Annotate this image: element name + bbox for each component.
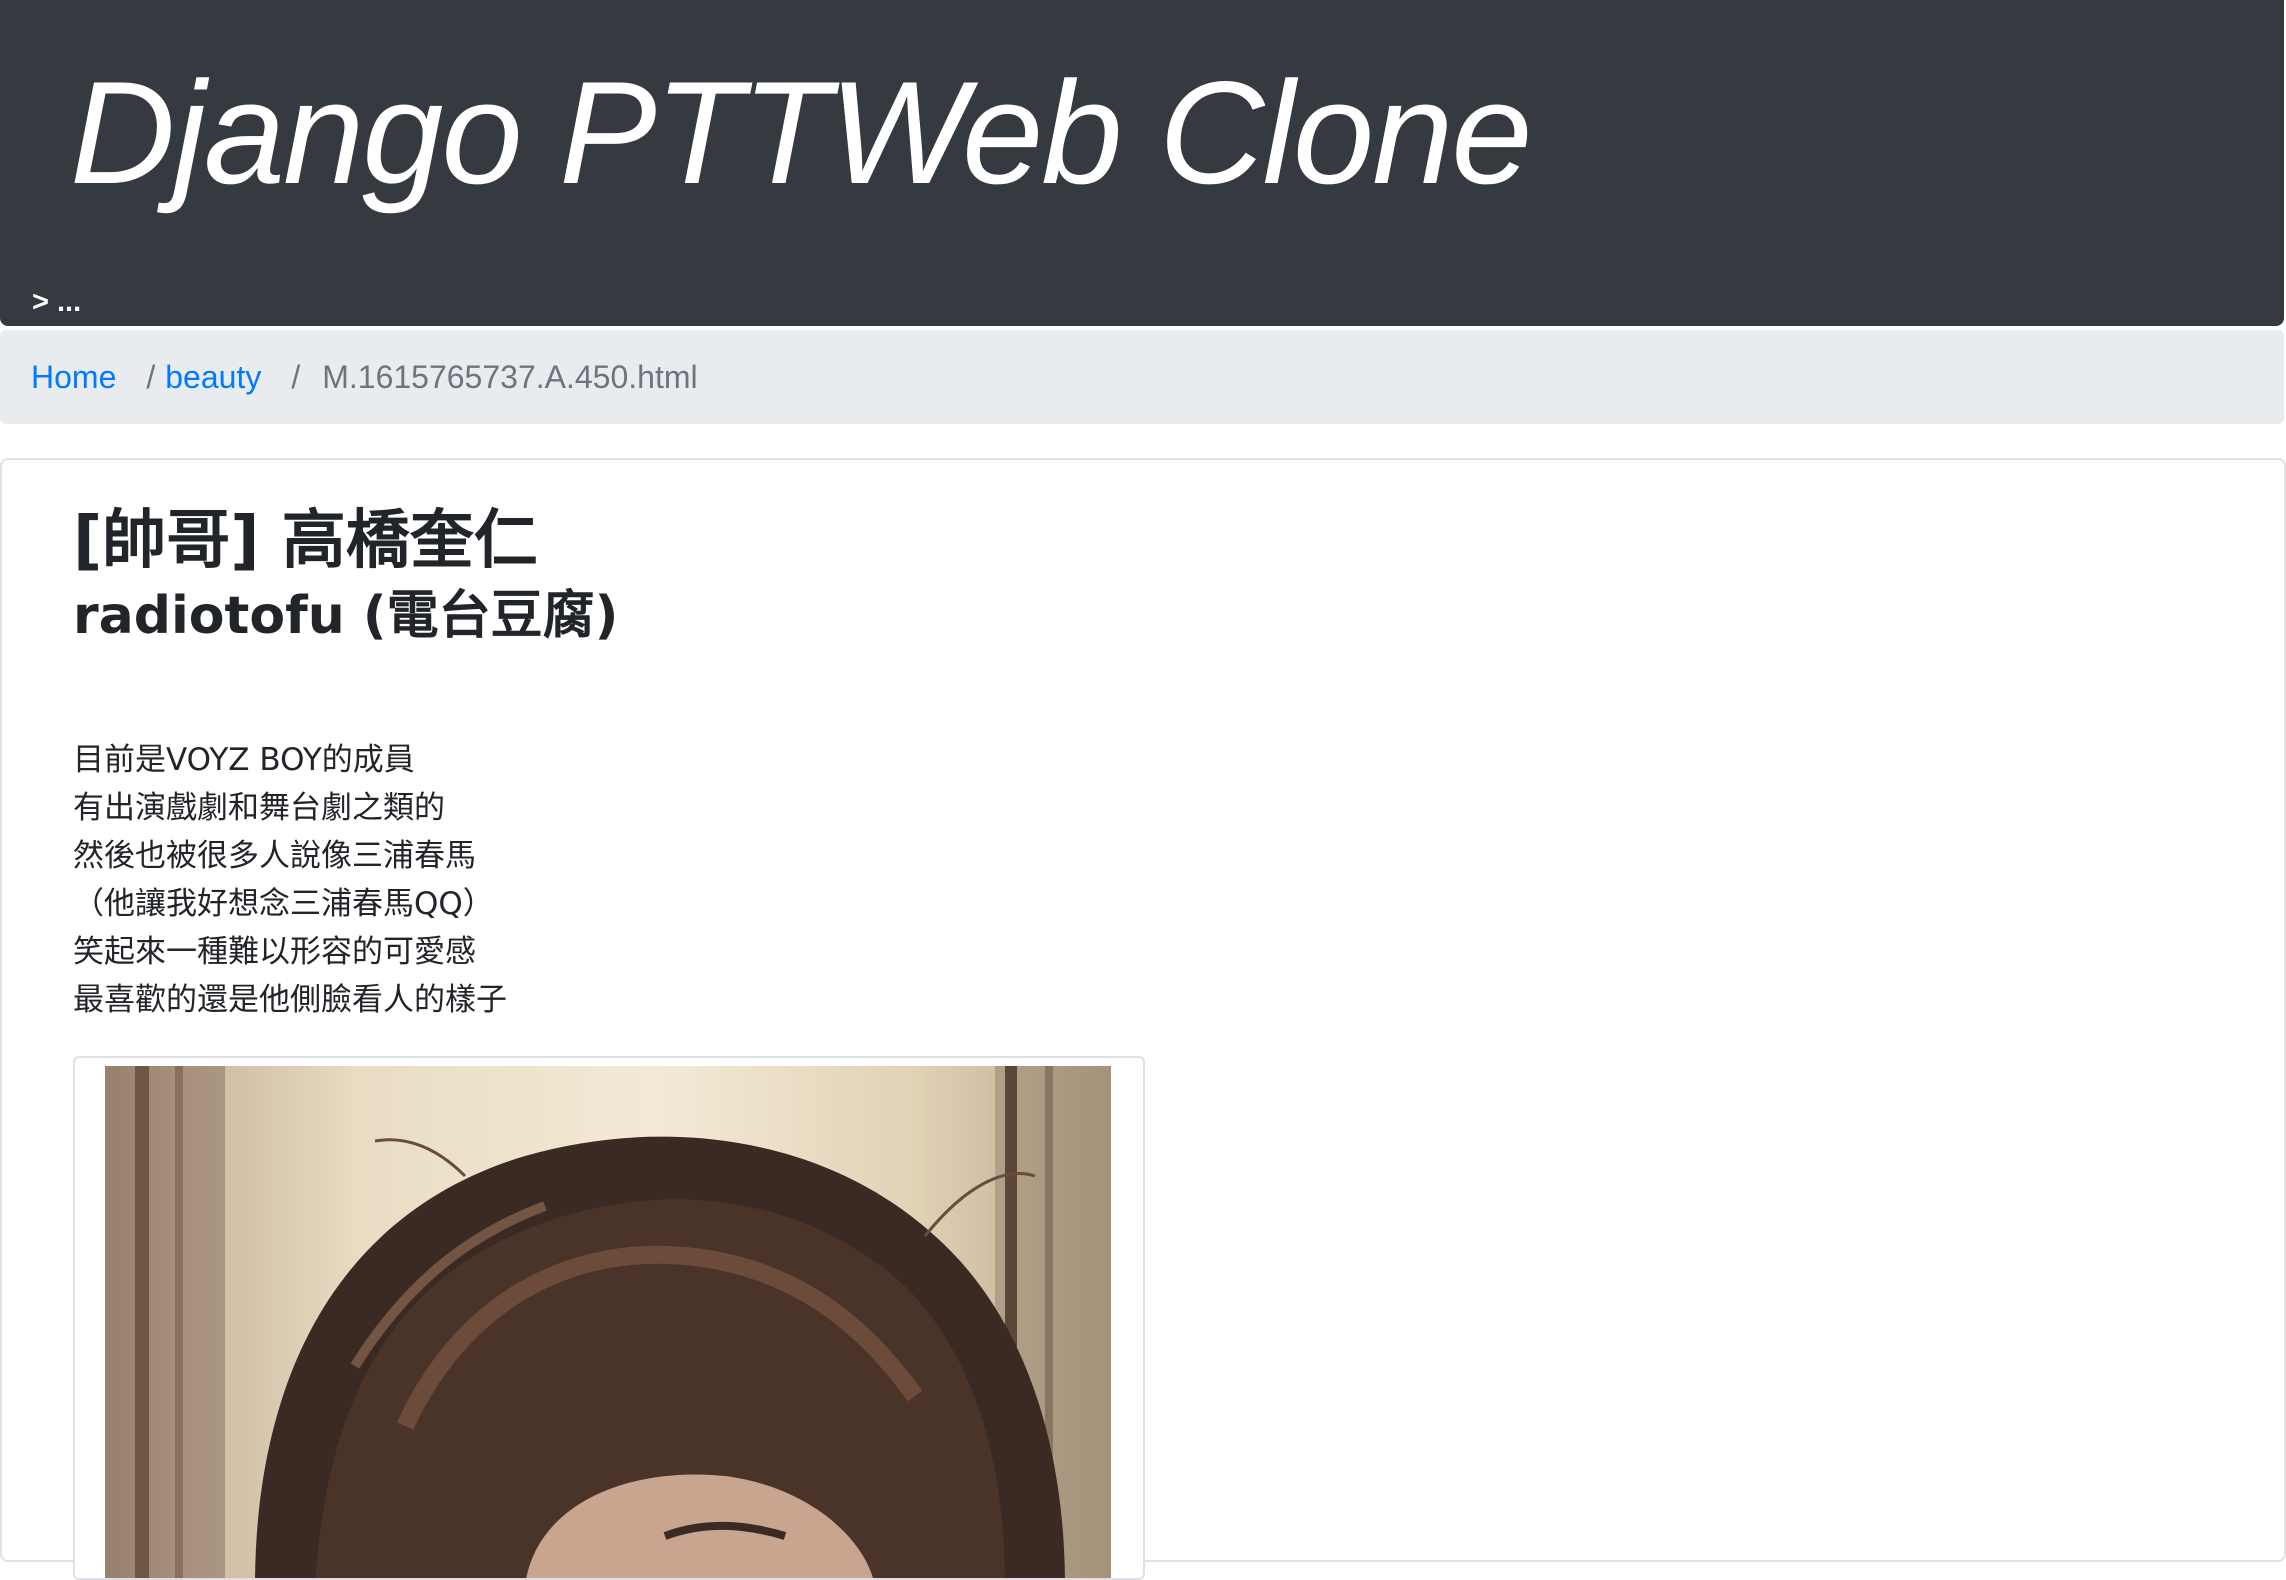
post-content: 目前是VOYZ BOY的成員 有出演戲劇和舞台劇之類的 然後也被很多人說像三浦春… [73, 736, 507, 1024]
site-header: Django PTTWeb Clone > ... [0, 0, 2284, 326]
breadcrumb-separator: / [291, 358, 301, 395]
site-title[interactable]: Django PTTWeb Clone [70, 48, 1533, 218]
breadcrumb-current-page: M.1615765737.A.450.html [322, 358, 698, 395]
post-image-card [73, 1056, 1145, 1580]
breadcrumb-board-link[interactable]: beauty [165, 359, 261, 396]
portrait-photo-illustration [105, 1066, 1111, 1578]
post-line: 笑起來一種難以形容的可愛感 [73, 934, 476, 970]
post-photo [105, 1066, 1111, 1578]
post-line: 目前是VOYZ BOY的成員 [73, 742, 415, 778]
post-line: （他讓我好想念三浦春馬QQ） [73, 886, 494, 922]
post-author: radiotofu (電台豆腐) [73, 586, 619, 646]
post-line: 最喜歡的還是他側臉看人的樣子 [73, 982, 507, 1018]
post-line: 有出演戲劇和舞台劇之類的 [73, 790, 445, 826]
breadcrumb-home-link[interactable]: Home [31, 359, 116, 396]
breadcrumb-separator: / [146, 358, 156, 395]
nav-more-link[interactable]: > ... [32, 286, 81, 319]
post-line: 然後也被很多人說像三浦春馬 [73, 838, 476, 874]
post-card: [帥哥] 高橋奎仁 radiotofu (電台豆腐) 目前是VOYZ BOY的成… [0, 458, 2286, 1580]
post-title: [帥哥] 高橋奎仁 [73, 504, 538, 578]
breadcrumb: Home / beauty / M.1615765737.A.450.html [0, 330, 2284, 424]
